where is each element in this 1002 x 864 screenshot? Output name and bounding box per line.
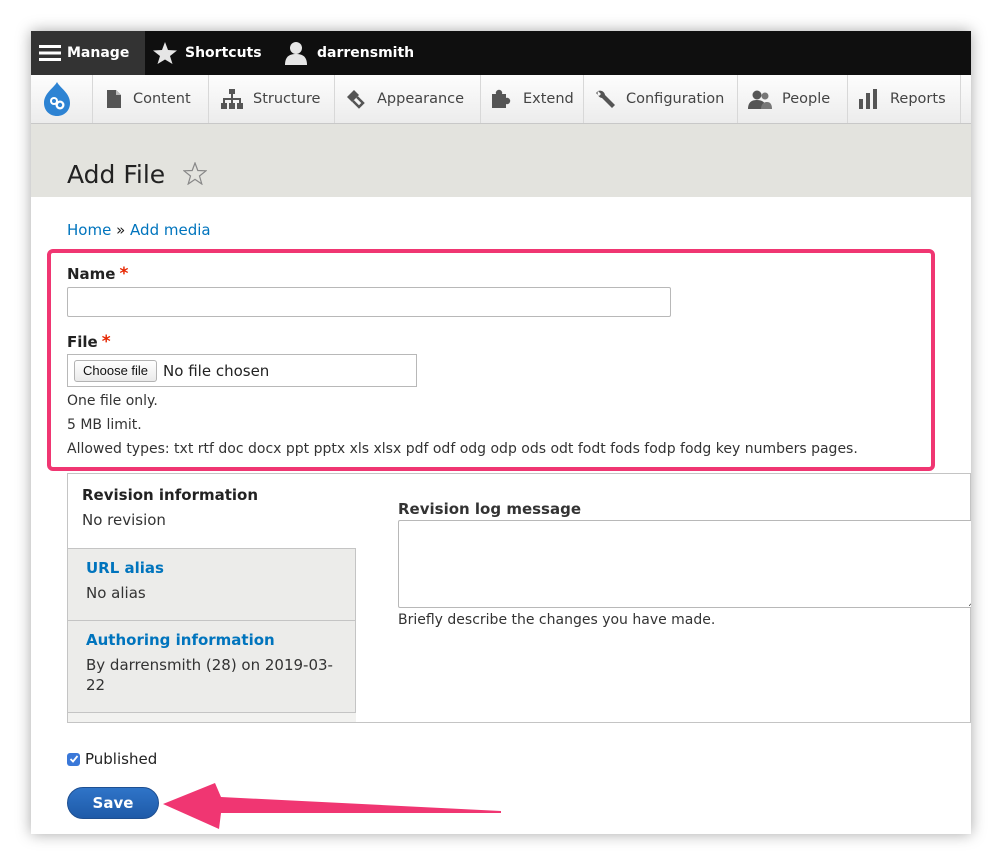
drupal-home-link[interactable] [31,75,93,123]
page-title: Add File [67,160,166,189]
vtab-url-alias[interactable]: URL alias No alias [68,548,356,621]
vertical-tabs-menu: Revision information No revision URL ali… [68,474,356,722]
breadcrumb-add-media-link[interactable]: Add media [130,221,211,239]
star-icon [153,42,177,64]
breadcrumb-home-link[interactable]: Home [67,221,111,239]
wrench-icon [594,89,626,109]
menu-item-label: Reports [890,91,946,107]
vtab-summary: No alias [86,584,146,602]
menu-item-people[interactable]: People [738,75,848,123]
published-label: Published [85,750,158,768]
people-icon [748,89,782,109]
toolbar-bar: Manage Shortcuts darrensmith [31,31,971,75]
required-marker: * [101,332,111,352]
paintbrush-icon [345,89,377,109]
vertical-tabs: Revision information No revision URL ali… [67,473,971,723]
user-tab[interactable]: darrensmith [285,31,414,75]
vtab-revision-information[interactable]: Revision information No revision [68,474,356,548]
browser-frame: Manage Shortcuts darrensmith Content Str… [31,31,971,834]
manage-tab[interactable]: Manage [31,31,145,75]
file-help-one-file: One file only. [67,393,158,409]
page-header: Add File [31,124,971,197]
vtab-title: Revision information [82,486,259,504]
breadcrumb-separator: » [116,221,126,239]
menu-item-label: Content [133,91,191,107]
vtab-authoring-information[interactable]: Authoring information By darrensmith (28… [68,621,356,713]
admin-menu-tray: Content Structure Appearance Extend Conf… [31,75,971,124]
sitemap-icon [221,89,253,109]
arrow-annotation-icon [163,783,501,829]
save-button[interactable]: Save [67,787,159,819]
puzzle-icon [491,89,523,109]
revision-log-textarea[interactable] [398,520,971,608]
hamburger-icon [39,44,61,62]
checkmark-icon [69,755,78,763]
name-input[interactable] [67,287,671,317]
choose-file-button[interactable]: Choose file [74,359,158,382]
file-help-size-limit: 5 MB limit. [67,417,142,433]
menu-item-appearance[interactable]: Appearance [335,75,481,123]
name-field-label: Name * [67,264,128,284]
file-field-label: File * [67,332,111,352]
menu-item-label: Structure [253,91,321,107]
shortcut-star-icon[interactable] [183,162,207,185]
menu-item-extend[interactable]: Extend [481,75,584,123]
file-label-text: File [67,333,98,351]
menu-item-configuration[interactable]: Configuration [584,75,738,123]
shortcuts-label: Shortcuts [185,45,262,61]
file-help-allowed-types: Allowed types: txt rtf doc docx ppt pptx… [67,441,858,457]
breadcrumb: Home » Add media [67,221,211,239]
shortcuts-tab[interactable]: Shortcuts [153,31,262,75]
menu-item-content[interactable]: Content [93,75,209,123]
menu-item-structure[interactable]: Structure [209,75,335,123]
user-icon [285,41,307,65]
published-checkbox-row: Published [67,750,157,768]
vtab-summary: No revision [82,511,166,529]
file-upload-widget: Choose file No file chosen [67,354,417,387]
menu-item-label: Configuration [626,91,725,107]
manage-label: Manage [67,45,130,61]
no-file-chosen-text: No file chosen [163,361,270,380]
name-label-text: Name [67,265,116,283]
menu-item-label: Extend [523,91,574,107]
user-label: darrensmith [317,45,415,61]
required-marker: * [119,264,129,284]
menu-item-label: Appearance [377,91,465,107]
menu-item-label: People [782,91,831,107]
drupal-logo-icon [42,81,82,117]
page-icon [105,89,133,109]
revision-log-label: Revision log message [398,500,582,518]
revision-log-help: Briefly describe the changes you have ma… [398,612,716,628]
vtab-title: URL alias [86,559,164,577]
vtab-title: Authoring information [86,631,275,649]
vtab-summary: By darrensmith (28) on 2019-03-22 [86,656,333,694]
published-checkbox[interactable] [67,752,80,766]
bar-chart-icon [858,89,890,109]
menu-item-reports[interactable]: Reports [848,75,961,123]
